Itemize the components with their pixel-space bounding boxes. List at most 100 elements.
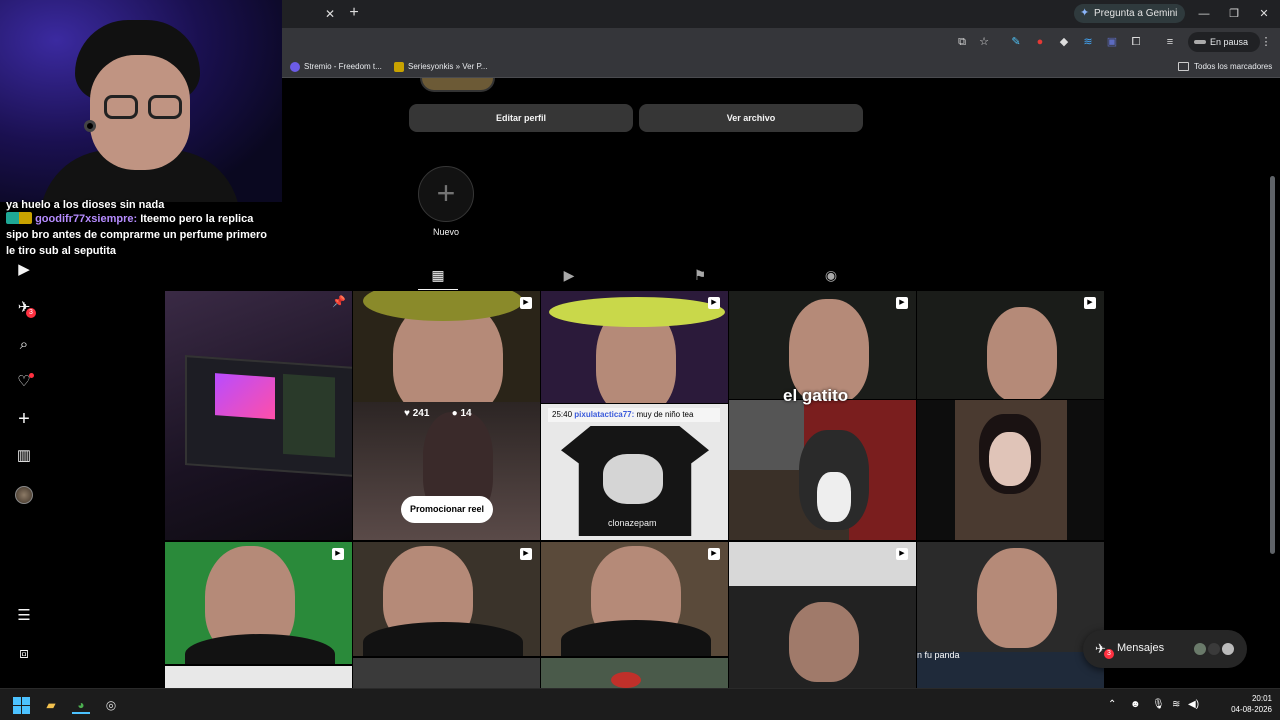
- gemini-button[interactable]: ✦ Pregunta a Gemini: [1074, 4, 1186, 23]
- new-tab-icon[interactable]: +: [345, 4, 363, 22]
- install-app-icon[interactable]: ⧉: [954, 34, 970, 50]
- reel-icon: ▶: [520, 548, 532, 560]
- tab-reels-icon[interactable]: ▶: [549, 260, 589, 290]
- extensions-puzzle-icon[interactable]: ⧠: [1128, 34, 1144, 50]
- edit-profile-button[interactable]: Editar perfil: [409, 104, 633, 132]
- bookmark-label: Stremio - Freedom t...: [304, 62, 382, 71]
- bookmark-item-seriesyonkis[interactable]: Seriesyonkis » Ver P...: [394, 60, 487, 74]
- bookmarks-bar: Stremio - Freedom t... Seriesyonkis » Ve…: [282, 56, 1280, 78]
- post-tile-pinned[interactable]: 📌: [165, 291, 352, 540]
- chat-popup-user: pixulatactica77:: [574, 410, 635, 419]
- profile-avatar[interactable]: [15, 486, 33, 504]
- more-menu-icon[interactable]: ☰: [14, 606, 34, 626]
- all-bookmarks-folder[interactable]: Todos los marcadores: [1178, 60, 1272, 74]
- tab-close-icon[interactable]: ✕: [322, 6, 338, 22]
- extension-5-icon[interactable]: ▣: [1104, 34, 1120, 50]
- new-highlight-button[interactable]: +: [418, 166, 474, 222]
- post-tile[interactable]: [353, 658, 540, 688]
- profile-status-pill[interactable]: En pausa: [1188, 32, 1260, 52]
- browser-toolbar: ⧉ ☆ ✎ ● ◆ ≋ ▣ ⧠ ≡ En pausa ⋮: [282, 28, 1280, 56]
- reading-list-icon[interactable]: ≡: [1162, 34, 1178, 50]
- stream-chat-overlay: ya huelo a los dioses sin nada goodifr77…: [6, 197, 276, 259]
- post-tile[interactable]: ▶: [917, 291, 1104, 399]
- bookmark-label: Seriesyonkis » Ver P...: [408, 62, 488, 71]
- thumbnail-face: [789, 299, 869, 399]
- profile-picture[interactable]: [420, 78, 495, 92]
- extension-2-icon[interactable]: ●: [1032, 34, 1048, 50]
- reel-icon: ▶: [332, 548, 344, 560]
- panda-caption: n fu panda: [917, 650, 960, 660]
- post-tile[interactable]: [541, 658, 728, 688]
- pin-icon: 📌: [332, 296, 346, 308]
- minimize-icon[interactable]: —: [1196, 6, 1212, 22]
- profile-avatar-icon: [1194, 40, 1206, 44]
- obs-icon[interactable]: ◎: [102, 696, 120, 714]
- extension-3-icon[interactable]: ◆: [1056, 34, 1072, 50]
- clock-date: 04-08-2026: [1231, 705, 1272, 714]
- post-tile[interactable]: ▶: [729, 291, 916, 399]
- also-from-meta-icon[interactable]: ⧈: [14, 644, 34, 664]
- thumbnail-torso: [185, 634, 335, 664]
- create-plus-icon[interactable]: +: [14, 409, 34, 429]
- post-tile[interactable]: ▶: [353, 291, 540, 415]
- activity-dot: [29, 373, 34, 378]
- messages-pill[interactable]: ✈ 3 Mensajes: [1083, 630, 1247, 668]
- profile-tabs: ▦ ▶ ⚑ ◉: [165, 260, 1105, 290]
- volume-icon[interactable]: ◀): [1188, 699, 1199, 710]
- tab-posts-grid-icon[interactable]: ▦: [418, 260, 458, 290]
- reel-icon: ▶: [896, 297, 908, 309]
- reel-icon: ▶: [1084, 297, 1096, 309]
- webcam-glasses: [104, 95, 138, 119]
- reels-icon[interactable]: ▶: [14, 260, 34, 280]
- view-archive-button[interactable]: Ver archivo: [639, 104, 863, 132]
- all-bookmarks-label: Todos los marcadores: [1194, 62, 1273, 71]
- insights-icon[interactable]: ▥: [14, 446, 34, 466]
- search-icon[interactable]: ⌕: [14, 335, 34, 355]
- shirt-caption: clonazepam: [608, 518, 657, 528]
- chrome-icon[interactable]: ◕: [72, 696, 90, 714]
- post-tile[interactable]: [165, 666, 352, 688]
- wifi-icon[interactable]: ≋: [1172, 699, 1180, 710]
- system-clock[interactable]: 20:01 04-08-2026: [1208, 693, 1272, 715]
- monitor-screenshot: [185, 355, 352, 477]
- extension-4-icon[interactable]: ≋: [1080, 34, 1096, 50]
- bookmark-star-icon[interactable]: ☆: [976, 34, 992, 50]
- post-tile[interactable]: ▶: [353, 542, 540, 656]
- folder-icon: [1178, 62, 1189, 71]
- post-tile[interactable]: ▶: [541, 542, 728, 656]
- windows-start-icon[interactable]: [12, 696, 30, 714]
- stremio-icon: [290, 62, 300, 72]
- close-window-icon[interactable]: ✕: [1256, 6, 1272, 22]
- post-tile[interactable]: [917, 400, 1104, 540]
- file-explorer-icon[interactable]: ▰: [42, 696, 60, 714]
- bookmark-item-stremio[interactable]: Stremio - Freedom t...: [290, 60, 382, 74]
- chat-popup-text: muy de niño tea: [634, 410, 694, 419]
- post-tile[interactable]: [729, 400, 916, 540]
- new-highlight-label: Nuevo: [432, 227, 459, 237]
- thumbnail-object: [611, 672, 641, 688]
- post-tile[interactable]: ▶: [165, 542, 352, 664]
- menu-kebab-icon[interactable]: ⋮: [1258, 34, 1274, 50]
- notifications-badge: 3: [26, 308, 36, 318]
- tab-tagged-icon[interactable]: ◉: [811, 260, 851, 290]
- microphone-tray-icon[interactable]: 🎙: [1152, 699, 1165, 710]
- discord-tray-icon[interactable]: ☻: [1130, 699, 1141, 710]
- tray-chevron-icon[interactable]: ⌃: [1108, 699, 1116, 710]
- post-tile[interactable]: [917, 542, 1104, 688]
- post-tile[interactable]: ▶: [729, 542, 916, 688]
- post-tile[interactable]: ▶: [541, 291, 728, 403]
- webcam-overlay: [0, 0, 282, 202]
- clock-time: 20:01: [1251, 694, 1272, 703]
- contact-avatar: [1193, 642, 1207, 656]
- monitor-side-panel: [283, 373, 335, 458]
- promote-reel-button[interactable]: Promocionar reel: [401, 496, 493, 523]
- extension-1-icon[interactable]: ✎: [1008, 34, 1024, 50]
- restore-icon[interactable]: ❐: [1226, 6, 1242, 22]
- tab-saved-icon[interactable]: ⚑: [680, 260, 720, 290]
- thumbnail-torso: [363, 622, 523, 656]
- hat-shape: [549, 297, 725, 327]
- messages-label: Mensajes: [1117, 642, 1165, 654]
- windows-taskbar: ▰ ◕ ◎ ⌃ ☻ 🎙 ≋ ◀) 20:01 04-08-2026: [0, 688, 1280, 720]
- cat-chest: [817, 472, 851, 522]
- page-scrollbar[interactable]: [1270, 176, 1275, 554]
